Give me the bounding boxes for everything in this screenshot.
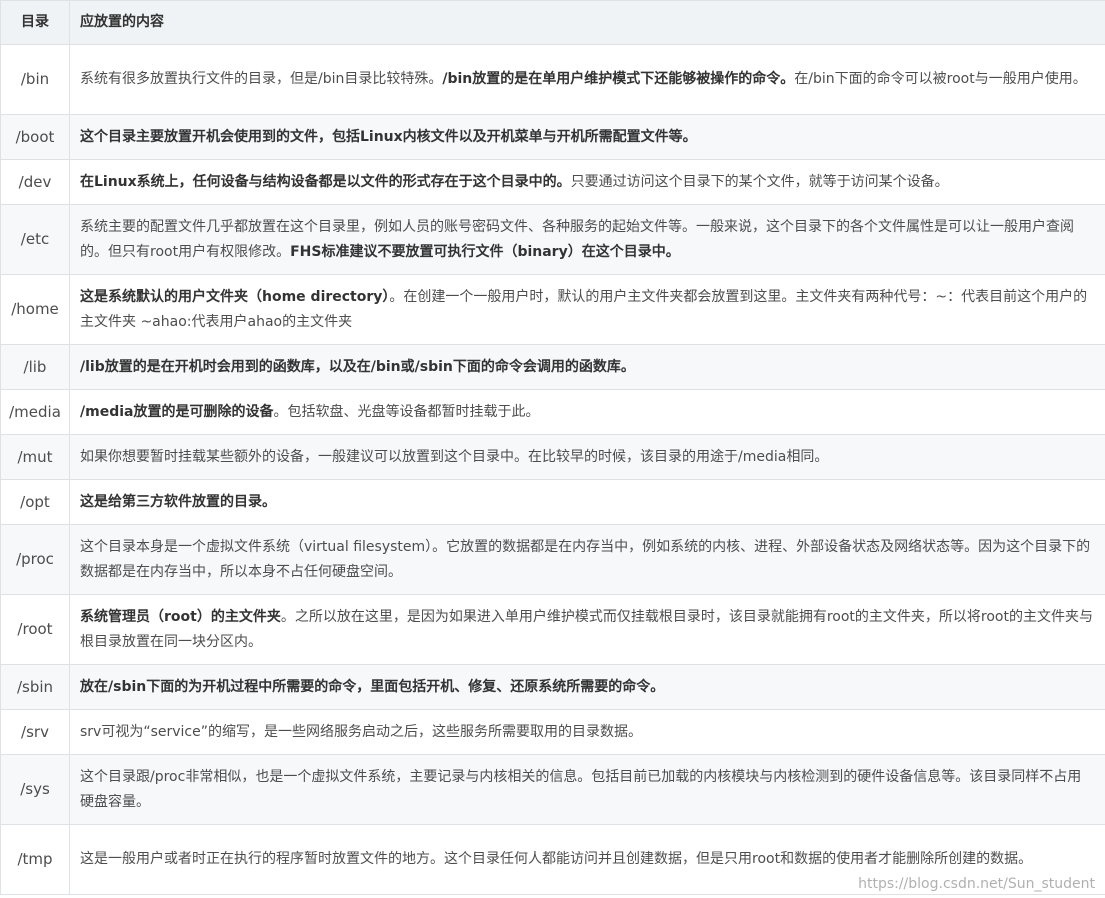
directory-cell: /tmp	[0, 824, 70, 895]
description-bold-text: 放在/sbin下面的为开机过程中所需要的命令，里面包括开机、修复、还原系统所需要…	[80, 678, 665, 695]
description-text: 这个目录本身是一个虚拟文件系统（virtual filesystem）。它放置的…	[80, 538, 1091, 580]
description-text: 如果你想要暂时挂载某些额外的设备，一般建议可以放置到这个目录中。在比较早的时候，…	[80, 448, 829, 465]
table-row: /etc 系统主要的配置文件几乎都放置在这个目录里，例如人员的账号密码文件、各种服…	[0, 204, 1105, 275]
description-bold-text: /media放置的是可删除的设备	[80, 403, 274, 420]
description-text: srv可视为“service”的缩写，是一些网络服务启动之后，这些服务所需要取用…	[80, 723, 642, 740]
directory-cell: /opt	[0, 479, 70, 525]
directory-cell: /proc	[0, 524, 70, 595]
table-header-row: 目录 应放置的内容	[0, 0, 1105, 45]
directory-cell: /home	[0, 274, 70, 345]
table-body: /bin 系统有很多放置执行文件的目录，但是/bin目录比较特殊。/bin放置的是…	[0, 44, 1105, 895]
directory-table: 目录 应放置的内容 /bin 系统有很多放置执行文件的目录，但是/bin目录比较特…	[0, 0, 1105, 895]
table-row: /lib/lib放置的是在开机时会用到的函数库，以及在/bin或/sbin下面的…	[0, 344, 1105, 390]
description-cell: 这是一般用户或者时正在执行的程序暂时放置文件的地方。这个目录任何人都能访问并且创…	[69, 824, 1105, 895]
directory-cell: /mut	[0, 434, 70, 480]
directory-cell: /lib	[0, 344, 70, 390]
description-cell: 系统管理员（root）的主文件夹。之所以放在这里，是因为如果进入单用户维护模式而…	[69, 594, 1105, 665]
table-row: /sbin 放在/sbin下面的为开机过程中所需要的命令，里面包括开机、修复、还原…	[0, 664, 1105, 710]
description-bold-text: 在Linux系统上，任何设备与结构设备都是以文件的形式存在于这个目录中的。	[80, 173, 571, 190]
table-row: /sys 这个目录跟/proc非常相似，也是一个虚拟文件系统，主要记录与内核相关的…	[0, 754, 1105, 825]
description-text: 在/bin下面的命令可以被root与一般用户使用。	[794, 71, 1087, 87]
directory-cell: /sys	[0, 754, 70, 825]
table-row: /home 这是系统默认的用户文件夹（home directory）。在创建一个一…	[0, 274, 1105, 345]
description-cell: 系统有很多放置执行文件的目录，但是/bin目录比较特殊。/bin放置的是在单用户…	[69, 44, 1105, 115]
directory-cell: /sbin	[0, 664, 70, 710]
table-row: /dev 在Linux系统上，任何设备与结构设备都是以文件的形式存在于这个目录中的…	[0, 159, 1105, 205]
header-content: 应放置的内容	[69, 0, 1105, 45]
description-bold-text: 这是系统默认的用户文件夹（home directory）	[80, 288, 390, 305]
directory-cell: /media	[0, 389, 70, 435]
table-row: /proc 这个目录本身是一个虚拟文件系统（virtual filesystem）…	[0, 524, 1105, 595]
table-row: /boot 这个目录主要放置开机会使用到的文件，包括Linux内核文件以及开机菜单…	[0, 114, 1105, 160]
description-bold-text: 这是给第三方软件放置的目录。	[80, 493, 276, 510]
description-bold-text: /lib放置的是在开机时会用到的函数库，以及在/bin或/sbin下面的命令会调…	[80, 358, 635, 375]
description-cell: 这个目录主要放置开机会使用到的文件，包括Linux内核文件以及开机菜单与开机所需…	[69, 114, 1105, 160]
description-text: 。包括软盘、光盘等设备都暂时挂载于此。	[273, 403, 540, 420]
description-bold-text: 系统管理员（root）的主文件夹	[80, 608, 281, 625]
table-row: /media/media放置的是可删除的设备。包括软盘、光盘等设备都暂时挂载于此…	[0, 389, 1105, 435]
table-row: /bin 系统有很多放置执行文件的目录，但是/bin目录比较特殊。/bin放置的是…	[0, 44, 1105, 115]
description-cell: 在Linux系统上，任何设备与结构设备都是以文件的形式存在于这个目录中的。只要通…	[69, 159, 1105, 205]
description-cell: 放在/sbin下面的为开机过程中所需要的命令，里面包括开机、修复、还原系统所需要…	[69, 664, 1105, 710]
description-cell: 这是给第三方软件放置的目录。	[69, 479, 1105, 525]
description-bold-text: /bin放置的是在单用户维护模式下还能够被操作的命令。	[442, 71, 795, 87]
description-cell: 这个目录跟/proc非常相似，也是一个虚拟文件系统，主要记录与内核相关的信息。包…	[69, 754, 1105, 825]
directory-cell: /boot	[0, 114, 70, 160]
description-cell: srv可视为“service”的缩写，是一些网络服务启动之后，这些服务所需要取用…	[69, 709, 1105, 755]
directory-cell: /etc	[0, 204, 70, 275]
directory-cell: /bin	[0, 44, 70, 115]
directory-cell: /root	[0, 594, 70, 665]
description-cell: 如果你想要暂时挂载某些额外的设备，一般建议可以放置到这个目录中。在比较早的时候，…	[69, 434, 1105, 480]
description-text: 这是一般用户或者时正在执行的程序暂时放置文件的地方。这个目录任何人都能访问并且创…	[80, 851, 1033, 867]
header-directory: 目录	[0, 0, 70, 45]
table-row: /root 系统管理员（root）的主文件夹。之所以放在这里，是因为如果进入单用户…	[0, 594, 1105, 665]
table-row: /srv srv可视为“service”的缩写，是一些网络服务启动之后，这些服务所…	[0, 709, 1105, 755]
description-bold-text: 这个目录主要放置开机会使用到的文件，包括Linux内核文件以及开机菜单与开机所需…	[80, 128, 697, 145]
description-cell: 系统主要的配置文件几乎都放置在这个目录里，例如人员的账号密码文件、各种服务的起始…	[69, 204, 1105, 275]
description-cell: /lib放置的是在开机时会用到的函数库，以及在/bin或/sbin下面的命令会调…	[69, 344, 1105, 390]
description-text: 只要通过访问这个目录下的某个文件，就等于访问某个设备。	[570, 173, 949, 190]
description-text: 系统有很多放置执行文件的目录，但是/bin目录比较特殊。	[80, 71, 443, 87]
directory-cell: /dev	[0, 159, 70, 205]
table-row: /tmp 这是一般用户或者时正在执行的程序暂时放置文件的地方。这个目录任何人都能访…	[0, 824, 1105, 895]
table-row: /mut 如果你想要暂时挂载某些额外的设备，一般建议可以放置到这个目录中。在比较早…	[0, 434, 1105, 480]
description-cell: /media放置的是可删除的设备。包括软盘、光盘等设备都暂时挂载于此。	[69, 389, 1105, 435]
directory-cell: /srv	[0, 709, 70, 755]
description-bold-text: FHS标准建议不要放置可执行文件（binary）在这个目录中。	[290, 243, 680, 260]
table-row: /opt 这是给第三方软件放置的目录。	[0, 479, 1105, 525]
description-cell: 这是系统默认的用户文件夹（home directory）。在创建一个一般用户时，…	[69, 274, 1105, 345]
description-cell: 这个目录本身是一个虚拟文件系统（virtual filesystem）。它放置的…	[69, 524, 1105, 595]
description-text: 这个目录跟/proc非常相似，也是一个虚拟文件系统，主要记录与内核相关的信息。包…	[80, 768, 1082, 810]
